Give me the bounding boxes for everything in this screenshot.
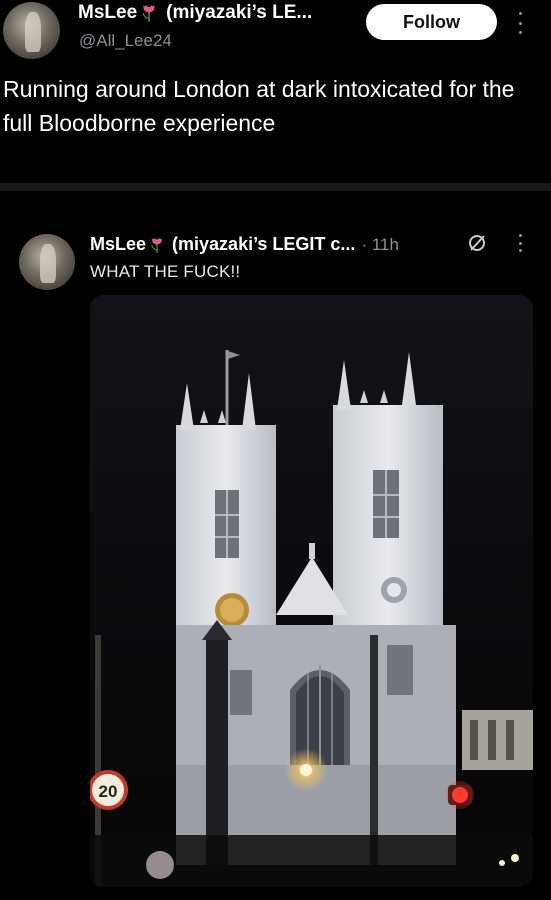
tulip-emoji-icon bbox=[151, 237, 163, 253]
speed-limit-sign: 20 bbox=[99, 782, 118, 801]
abbey-night-photo: 20 bbox=[90, 295, 533, 887]
author-name-row[interactable]: MsLee (miyazaki’s LE... bbox=[78, 2, 312, 24]
section-divider bbox=[0, 183, 551, 191]
more-vertical-icon[interactable] bbox=[517, 234, 523, 252]
quoted-post-text: WHAT THE FUCK!! bbox=[90, 262, 241, 281]
quoted-post-photo[interactable]: 20 bbox=[90, 295, 533, 887]
follow-button[interactable]: Follow bbox=[366, 4, 497, 40]
quoted-timestamp[interactable]: · 11h bbox=[361, 235, 399, 255]
quoted-author-avatar[interactable] bbox=[19, 234, 75, 290]
grok-icon[interactable] bbox=[466, 232, 488, 254]
quoted-name-suffix: (miyazaki’s LEGIT c... bbox=[172, 234, 356, 254]
author-handle[interactable]: @All_Lee24 bbox=[79, 31, 172, 51]
tulip-emoji-icon bbox=[142, 5, 156, 22]
quoted-author-name-row[interactable]: MsLee (miyazaki’s LEGIT c... · 11h bbox=[90, 234, 399, 255]
author-name-suffix: (miyazaki’s LE... bbox=[166, 2, 313, 23]
post-text: Running around London at dark intoxicate… bbox=[3, 76, 515, 136]
author-display-name: MsLee bbox=[78, 2, 138, 23]
more-vertical-icon[interactable] bbox=[517, 12, 523, 34]
quoted-display-name: MsLee bbox=[90, 234, 147, 254]
author-avatar[interactable] bbox=[3, 2, 60, 59]
